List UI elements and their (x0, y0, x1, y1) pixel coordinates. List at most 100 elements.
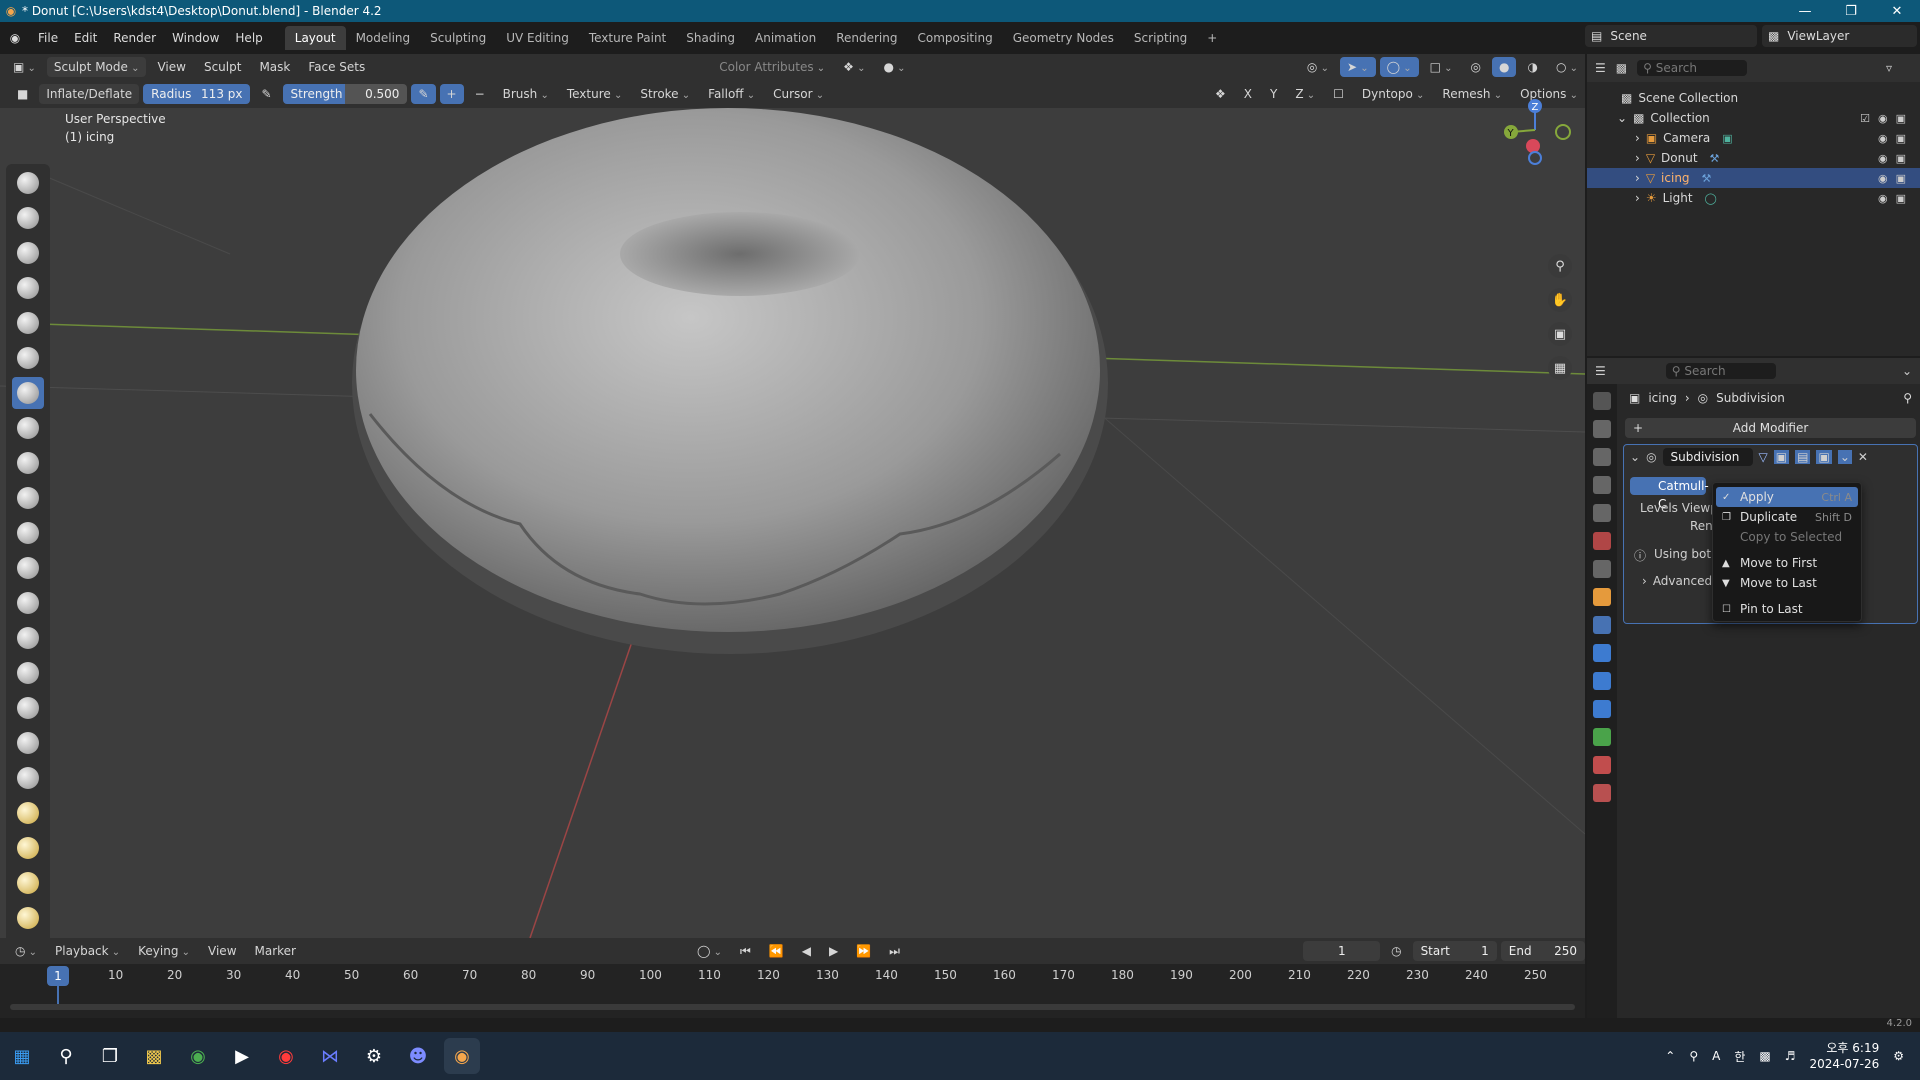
media-player-icon[interactable]: ▶ (224, 1038, 260, 1074)
color-attributes-dropdown[interactable]: Color Attributes (712, 57, 832, 77)
xray-icon[interactable]: □ (1423, 57, 1460, 77)
direction-subtract-icon[interactable]: − (468, 84, 492, 104)
visibility-icon[interactable]: ◉ (1878, 112, 1888, 125)
viewport-toggle-icon[interactable]: ▤ (1795, 450, 1811, 464)
visibility-icon[interactable]: ◉ (1878, 132, 1888, 145)
constraints-tab-icon[interactable] (1593, 700, 1611, 718)
timeline-editor-type-icon[interactable]: ◷ (8, 941, 44, 961)
solid-shading-icon[interactable]: ● (1491, 57, 1517, 77)
menu-file[interactable]: File (30, 28, 66, 48)
play-reverse-icon[interactable]: ◀ (795, 941, 818, 961)
play-icon[interactable]: ▶ (822, 941, 845, 961)
scene-tab-icon[interactable] (1593, 504, 1611, 522)
zoom-icon[interactable]: ⚲ (1548, 254, 1572, 278)
stroke-dropdown[interactable]: Stroke (633, 84, 697, 104)
tab-shading[interactable]: Shading (676, 26, 745, 50)
cage-toggle-icon[interactable]: ▣ (1773, 450, 1790, 464)
direction-add-icon[interactable]: + (439, 84, 464, 104)
start-frame-field[interactable]: Start 1 (1412, 941, 1497, 961)
modifier-tab-icon[interactable] (1593, 616, 1611, 634)
overlay-toggle-icon[interactable]: ◯ (1379, 57, 1419, 77)
jump-end-icon[interactable]: ⏭ (882, 941, 907, 961)
physics-tab-icon[interactable] (1593, 672, 1611, 690)
sculpt-brush-tool[interactable] (12, 762, 44, 794)
minimize-button[interactable]: — (1782, 4, 1828, 19)
tool-tab-icon[interactable] (1593, 392, 1611, 410)
dyntopo-dropdown[interactable]: Dyntopo (1355, 84, 1432, 104)
wireframe-shading-icon[interactable]: ◎ (1464, 57, 1488, 77)
collection-row[interactable]: ⌄ ▩ Collection ☑ ◉ ▣ (1587, 108, 1920, 128)
visibility-icon[interactable]: ◉ (1878, 192, 1888, 205)
camera-view-icon[interactable]: ▣ (1548, 322, 1572, 346)
volume-icon[interactable]: ♬ (1785, 1049, 1796, 1063)
sculpt-brush-tool[interactable] (12, 517, 44, 549)
sculpt-brush-tool[interactable] (12, 902, 44, 934)
symmetry-icon[interactable]: ❖ (1208, 84, 1233, 104)
timeline-scrollbar[interactable] (10, 1004, 1575, 1010)
display-mode-icon[interactable]: ▩ (1616, 61, 1627, 75)
ime-korean-label[interactable]: 한 (1734, 1048, 1745, 1065)
current-frame-indicator[interactable]: 1 (47, 966, 69, 986)
render-icon[interactable]: ▣ (1896, 192, 1906, 205)
expand-chevron-icon[interactable]: › (1635, 151, 1640, 165)
tab-scripting[interactable]: Scripting (1124, 26, 1197, 50)
menu-face-sets[interactable]: Face Sets (301, 57, 372, 77)
symmetry-x-toggle[interactable]: X (1237, 84, 1259, 104)
sculpt-brush-tool[interactable] (12, 692, 44, 724)
sculpt-brush-tool[interactable] (12, 552, 44, 584)
texture-dropdown[interactable]: Texture (560, 84, 630, 104)
blender-taskbar-icon[interactable]: ◉ (444, 1038, 480, 1074)
radius-field[interactable]: Radius 113 px (143, 84, 251, 104)
outliner-search[interactable]: ⚲ Search (1637, 60, 1748, 76)
tab-geometry-nodes[interactable]: Geometry Nodes (1003, 26, 1124, 50)
object-tab-icon[interactable] (1593, 588, 1611, 606)
modifier-menu-chevron-icon[interactable]: ⌄ (1837, 450, 1852, 464)
visibility-icon[interactable]: ◎ (1300, 57, 1336, 77)
start-button-icon[interactable]: ▦ (4, 1038, 40, 1074)
scene-selector[interactable]: ▤ Scene (1585, 25, 1757, 47)
expand-chevron-icon[interactable]: › (1635, 171, 1640, 185)
menu-sculpt[interactable]: Sculpt (197, 57, 248, 77)
render-icon[interactable]: ▣ (1896, 112, 1906, 125)
task-view-icon[interactable]: ❐ (92, 1038, 128, 1074)
clock[interactable]: 오후 6:19 2024-07-26 (1809, 1040, 1879, 1072)
particles-tab-icon[interactable] (1593, 644, 1611, 662)
sculpt-brush-tool[interactable] (12, 832, 44, 864)
microphone-icon[interactable]: ⚲ (1689, 1049, 1698, 1063)
modifier-name-field[interactable]: Subdivision (1662, 448, 1753, 466)
collection-tab-icon[interactable] (1593, 560, 1611, 578)
editor-type-button[interactable]: ▣ (6, 57, 43, 77)
output-tab-icon[interactable] (1593, 448, 1611, 466)
sculpt-brush-tool[interactable] (12, 867, 44, 899)
timeline-ruler[interactable]: 10 20 30 40 50 60 70 80 90 100 110 120 130 140 150 160 1… (0, 966, 1585, 988)
mode-selector[interactable]: Sculpt Mode (46, 57, 147, 77)
navigation-gizmo[interactable]: Z Y (1495, 94, 1575, 174)
blender-menu-icon[interactable]: ◉ (0, 31, 30, 45)
symmetry-y-toggle[interactable]: Y (1263, 84, 1284, 104)
radius-pressure-icon[interactable]: ✎ (254, 84, 278, 104)
donut-mesh[interactable] (356, 108, 1100, 632)
ime-mode-label[interactable]: A (1712, 1049, 1720, 1063)
menu-playback[interactable]: Playback (48, 941, 127, 961)
render-tab-icon[interactable] (1593, 420, 1611, 438)
tab-texture-paint[interactable]: Texture Paint (579, 26, 676, 50)
tab-sculpting[interactable]: Sculpting (420, 26, 496, 50)
view-layer-selector[interactable]: ▩ ViewLayer (1762, 25, 1917, 47)
pin-icon[interactable]: ⚲ (1903, 391, 1912, 405)
menu-item-move-to-first[interactable]: ▲ Move to First (1716, 553, 1858, 573)
tray-chevron-icon[interactable]: ⌃ (1665, 1049, 1675, 1063)
snap-icon[interactable]: ● (877, 57, 913, 77)
dyntopo-checkbox[interactable]: ☐ (1326, 84, 1351, 104)
view-layer-tab-icon[interactable] (1593, 476, 1611, 494)
menu-mask[interactable]: Mask (252, 57, 297, 77)
rendered-shading-icon[interactable]: ○ (1549, 57, 1585, 77)
brush-thumbnail-icon[interactable]: ■ (10, 84, 35, 104)
jump-keyframe-forward-icon[interactable]: ⏩ (849, 941, 878, 961)
menu-item-move-to-last[interactable]: ▼ Move to Last (1716, 573, 1858, 593)
edit-mode-toggle-icon[interactable]: ▽ (1759, 450, 1768, 464)
texture-tab-icon[interactable] (1593, 784, 1611, 802)
sculpt-brush-tool[interactable] (12, 377, 44, 409)
perspective-grid-icon[interactable]: ▦ (1548, 356, 1572, 380)
current-frame-field[interactable]: 1 (1303, 941, 1381, 961)
tab-uv-editing[interactable]: UV Editing (496, 26, 579, 50)
